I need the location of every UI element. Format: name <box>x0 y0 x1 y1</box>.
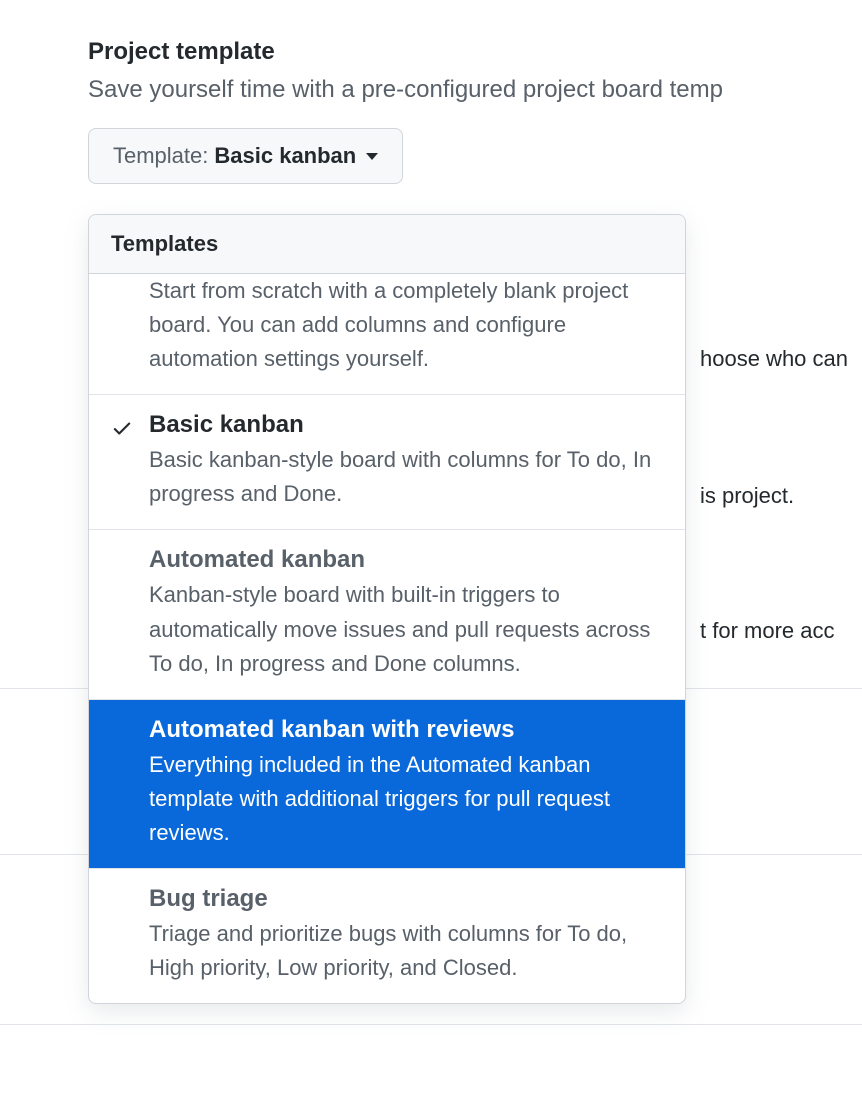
dropdown-prefix: Template: <box>113 143 208 169</box>
check-column <box>111 546 149 680</box>
option-description: Basic kanban-style board with columns fo… <box>149 443 663 511</box>
background-text-2: is project. <box>700 483 794 509</box>
chevron-down-icon <box>366 153 378 160</box>
option-title: Bug triage <box>149 885 663 913</box>
background-text-3: t for more acc <box>700 618 834 644</box>
check-column <box>111 885 149 985</box>
option-title: Automated kanban <box>149 546 663 574</box>
option-description: Start from scratch with a completely bla… <box>149 274 663 376</box>
dropdown-value: Basic kanban <box>214 143 356 169</box>
option-title: Basic kanban <box>149 411 663 439</box>
template-option-basic-kanban[interactable]: Basic kanban Basic kanban-style board wit… <box>89 395 685 530</box>
option-body: Basic kanban Basic kanban-style board wit… <box>149 411 663 511</box>
template-dropdown-menu: Templates Start from scratch with a comp… <box>88 214 686 1004</box>
section-title: Project template <box>88 38 862 66</box>
background-text-1: hoose who can <box>700 346 848 372</box>
option-description: Kanban-style board with built-in trigger… <box>149 578 663 680</box>
check-column <box>111 716 149 850</box>
dropdown-menu-header: Templates <box>89 215 685 274</box>
option-body: Start from scratch with a completely bla… <box>149 274 663 376</box>
template-dropdown-button[interactable]: Template: Basic kanban <box>88 128 403 184</box>
template-option-bug-triage[interactable]: Bug triage Triage and prioritize bugs wit… <box>89 869 685 1003</box>
option-body: Bug triage Triage and prioritize bugs wit… <box>149 885 663 985</box>
option-body: Automated kanban with reviews Everything … <box>149 716 663 850</box>
option-title: Automated kanban with reviews <box>149 716 663 744</box>
option-description: Everything included in the Automated kan… <box>149 748 663 850</box>
option-description: Triage and prioritize bugs with columns … <box>149 917 663 985</box>
section-subtitle: Save yourself time with a pre-configured… <box>88 76 862 104</box>
template-option-none[interactable]: Start from scratch with a completely bla… <box>89 274 685 395</box>
option-body: Automated kanban Kanban-style board with … <box>149 546 663 680</box>
check-column <box>111 274 149 376</box>
template-option-automated-kanban[interactable]: Automated kanban Kanban-style board with … <box>89 530 685 699</box>
check-icon <box>111 417 133 439</box>
check-column <box>111 411 149 511</box>
template-option-automated-kanban-with-reviews[interactable]: Automated kanban with reviews Everything … <box>89 700 685 869</box>
divider <box>0 1024 862 1025</box>
